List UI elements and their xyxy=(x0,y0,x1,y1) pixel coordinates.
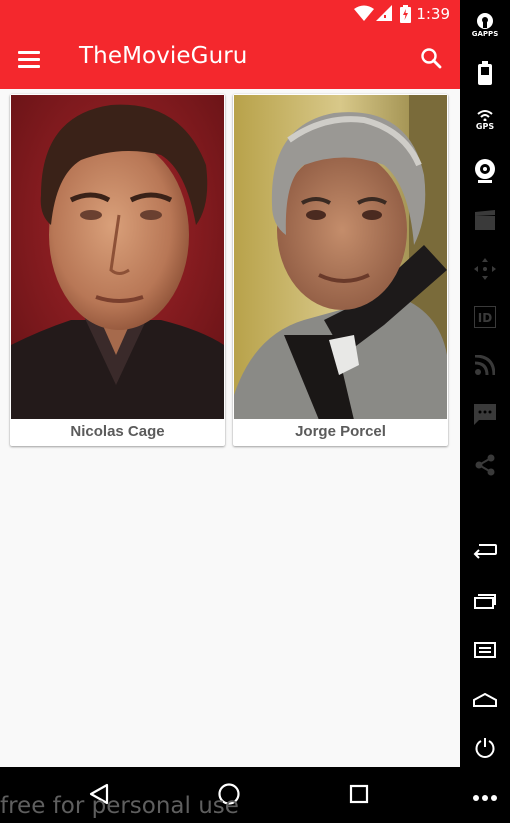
recent-apps-icon xyxy=(474,594,496,609)
app-bar: TheMovieGuru xyxy=(0,28,460,89)
dpad-button[interactable] xyxy=(460,250,510,290)
back-button[interactable] xyxy=(460,533,510,573)
menu-icon xyxy=(474,642,496,658)
hamburger-icon xyxy=(18,58,40,61)
gapps-button[interactable]: GAPPS xyxy=(460,10,510,50)
nav-recents-button[interactable] xyxy=(339,779,379,809)
gapps-icon xyxy=(477,13,493,29)
clock: 1:39 xyxy=(416,5,450,23)
watermark: free for personal use xyxy=(0,793,239,819)
menu-button[interactable] xyxy=(8,38,50,80)
svg-text:ID: ID xyxy=(478,311,492,325)
person-name: Jorge Porcel xyxy=(295,423,386,440)
dpad-icon xyxy=(474,258,496,280)
battery-button[interactable] xyxy=(460,55,510,95)
share-icon xyxy=(475,454,495,476)
menu-hw-button[interactable] xyxy=(460,632,510,672)
gapps-label: GAPPS xyxy=(471,30,499,38)
sms-button[interactable] xyxy=(460,396,510,436)
power-icon xyxy=(475,738,495,758)
app-title: TheMovieGuru xyxy=(79,43,248,69)
recents-square-icon xyxy=(349,784,369,804)
battery-icon xyxy=(400,5,411,23)
camera-button[interactable] xyxy=(460,152,510,192)
battery-icon xyxy=(478,61,492,85)
share-button[interactable] xyxy=(460,446,510,486)
app-screen: 1:39 TheMovieGuru Nicolas Cage Jorge Por… xyxy=(0,0,460,767)
webcam-icon xyxy=(475,159,495,183)
search-button[interactable] xyxy=(410,38,452,80)
back-icon xyxy=(473,544,497,559)
rss-button[interactable] xyxy=(460,347,510,387)
person-photo xyxy=(11,95,224,419)
wifi-icon xyxy=(354,5,374,21)
person-photo xyxy=(234,95,447,419)
more-icon xyxy=(473,795,497,801)
search-icon xyxy=(421,48,442,69)
id-icon: ID xyxy=(474,306,496,328)
wifi-icon xyxy=(477,110,493,121)
person-card[interactable]: Nicolas Cage xyxy=(10,94,225,446)
device-id-button[interactable]: ID xyxy=(460,298,510,338)
recent-apps-button[interactable] xyxy=(460,582,510,622)
media-button[interactable] xyxy=(460,202,510,242)
person-name: Nicolas Cage xyxy=(70,423,165,440)
home-hw-button[interactable] xyxy=(460,681,510,721)
power-button[interactable] xyxy=(460,729,510,769)
clapperboard-icon xyxy=(475,210,495,230)
gps-button[interactable]: GPS xyxy=(460,105,510,145)
hamburger-icon xyxy=(18,65,40,68)
person-card[interactable]: Jorge Porcel xyxy=(233,94,448,446)
emulator-toolbar: GAPPS GPS ID xyxy=(460,0,510,823)
status-bar: 1:39 xyxy=(0,0,460,28)
home-icon xyxy=(473,693,497,707)
rss-icon xyxy=(475,355,495,375)
message-icon xyxy=(474,404,496,425)
cell-signal-icon xyxy=(376,5,392,21)
hamburger-icon xyxy=(18,51,40,54)
gps-label: GPS xyxy=(475,122,495,131)
more-button[interactable] xyxy=(460,778,510,818)
